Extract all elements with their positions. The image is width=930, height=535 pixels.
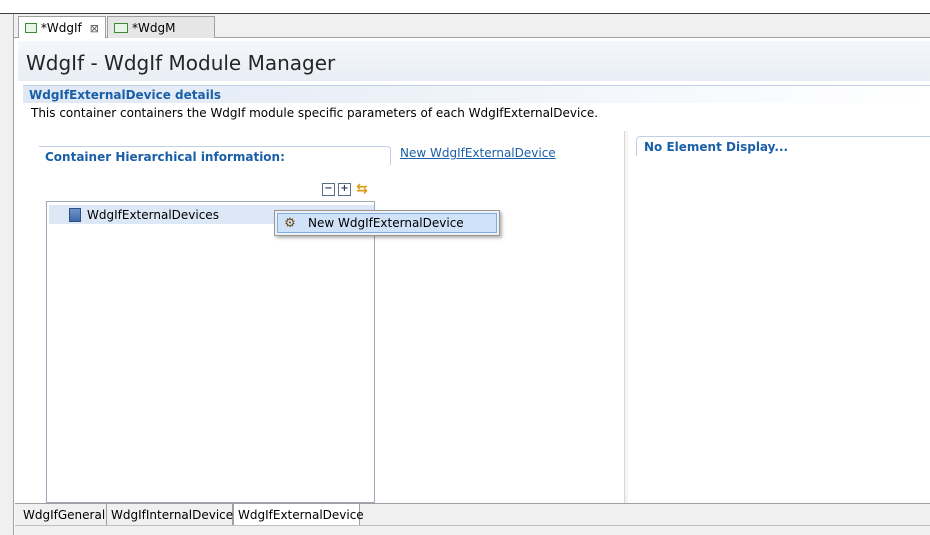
window-top-edge — [0, 0, 930, 14]
tab-label: WdgIfInternalDevice — [111, 507, 234, 522]
gear-icon: ⚙ — [284, 215, 296, 231]
tab-label: *WdgM — [132, 20, 176, 35]
tab-wdgifgeneral[interactable]: WdgIfGeneral — [19, 504, 107, 525]
form-header: WdgIf - WdgIf Module Manager — [18, 41, 930, 81]
element-display-group: No Element Display... — [636, 136, 930, 156]
section-description: This container containers the WdgIf modu… — [31, 106, 599, 120]
sync-icon[interactable]: ⇆ — [354, 181, 370, 197]
expand-all-icon[interactable]: + — [338, 182, 351, 196]
page-tab-bar: WdgIfGeneral WdgIfInternalDevice WdgIfEx… — [15, 503, 930, 526]
tree-node-label: WdgIfExternalDevices — [87, 207, 219, 222]
tab-wdgm[interactable]: *WdgM — [107, 16, 215, 38]
editor-tab-bar: *WdgIf ⊠ *WdgM — [14, 14, 930, 39]
container-icon — [69, 207, 81, 222]
tab-label: *WdgIf — [40, 21, 82, 35]
container-tree[interactable]: WdgIfExternalDevices — [46, 201, 375, 503]
sash[interactable] — [624, 131, 628, 503]
collapse-all-icon[interactable]: − — [322, 182, 335, 196]
section-title[interactable]: WdgIfExternalDevice details — [23, 85, 930, 103]
left-gutter — [0, 14, 14, 535]
hierarchy-title: Container Hierarchical information: — [45, 150, 285, 164]
details-section: WdgIfExternalDevice details This contain… — [23, 85, 930, 123]
tree-toolbar: − + ⇆ — [322, 181, 370, 197]
menu-item-label: New WdgIfExternalDevice — [308, 216, 464, 230]
tab-wdgif[interactable]: *WdgIf ⊠ — [18, 16, 106, 39]
tab-label: WdgIfGeneral — [23, 507, 106, 522]
tab-wdgifexternaldevice[interactable]: WdgIfExternalDevice — [233, 504, 364, 526]
page-title: WdgIf - WdgIf Module Manager — [26, 51, 336, 75]
module-icon — [25, 23, 37, 33]
status-strip — [15, 525, 930, 535]
editor-area: WdgIf - WdgIf Module Manager WdgIfExtern… — [15, 38, 930, 535]
context-menu: ⚙ New WdgIfExternalDevice — [274, 210, 500, 236]
new-external-device-link[interactable]: New WdgIfExternalDevice — [400, 146, 556, 160]
hierarchy-group: Container Hierarchical information: — [39, 146, 391, 166]
element-display-title: No Element Display... — [644, 140, 789, 154]
module-icon — [114, 22, 128, 33]
tab-label: WdgIfExternalDevice — [238, 507, 364, 522]
tab-wdgifinternaldevice[interactable]: WdgIfInternalDevice — [107, 504, 233, 525]
menu-item-new-external-device[interactable]: ⚙ New WdgIfExternalDevice — [277, 213, 497, 233]
close-icon[interactable]: ⊠ — [90, 22, 99, 35]
